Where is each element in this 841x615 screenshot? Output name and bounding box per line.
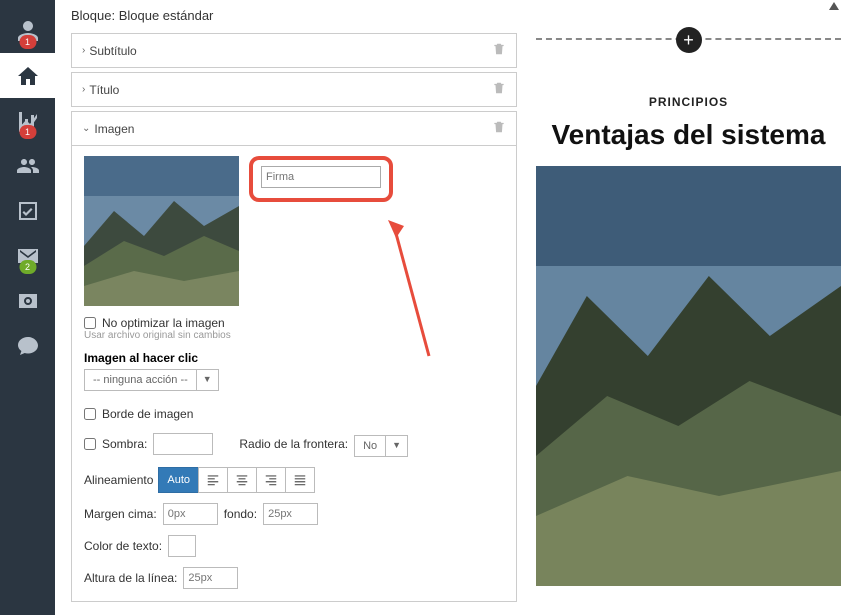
delete-imagen[interactable] (492, 120, 506, 137)
alignment-label: Alineamiento (84, 473, 153, 487)
accordion-label: Título (89, 83, 119, 97)
align-right-button[interactable] (256, 467, 286, 493)
annotation-arrow (384, 216, 444, 376)
align-right-icon (264, 473, 278, 487)
main-sidebar: 1 1 2 (0, 0, 55, 615)
align-auto-button[interactable]: Auto (158, 467, 199, 493)
sidebar-item-stats[interactable]: 1 (0, 98, 55, 143)
margin-bottom-input[interactable] (263, 503, 318, 525)
shadow-label: Sombra: (102, 437, 147, 451)
image-thumbnail[interactable] (84, 156, 239, 306)
click-action-value: -- ninguna acción -- (85, 370, 196, 390)
margin-bottom-label: fondo: (224, 507, 257, 521)
accordion-subtitulo: › Subtítulo (71, 33, 517, 68)
chevron-right-icon: › (82, 84, 85, 95)
align-left-icon (206, 473, 220, 487)
gear-icon (16, 289, 40, 313)
sidebar-item-home[interactable] (0, 53, 55, 98)
chevron-down-icon: ⌄ (82, 123, 90, 134)
align-left-button[interactable] (198, 467, 228, 493)
accordion-head-imagen[interactable]: ⌄ Imagen (72, 112, 516, 145)
alignment-group: Auto (159, 467, 315, 493)
chevron-right-icon: › (82, 45, 85, 56)
add-block-button[interactable]: + (676, 27, 702, 53)
accordion-body-imagen: No optimizar la imagen Usar archivo orig… (72, 145, 516, 601)
preview-subtitle: PRINCIPIOS (536, 95, 841, 109)
click-action-select[interactable]: -- ninguna acción -- ▼ (84, 369, 219, 391)
align-justify-button[interactable] (285, 467, 315, 493)
border-label: Borde de imagen (102, 407, 193, 421)
margin-top-input[interactable] (163, 503, 218, 525)
radius-select[interactable]: No ▼ (354, 435, 408, 457)
stats-badge: 1 (19, 125, 36, 139)
margin-top-label: Margen cima: (84, 507, 157, 521)
align-justify-icon (293, 473, 307, 487)
delete-titulo[interactable] (492, 81, 506, 98)
text-color-label: Color de texto: (84, 539, 162, 553)
editor-panel[interactable]: Bloque: Bloque estándar › Subtítulo › Títu… (55, 0, 525, 615)
sidebar-item-chat[interactable] (0, 323, 55, 368)
accordion-head-subtitulo[interactable]: › Subtítulo (72, 34, 516, 67)
no-optimize-label: No optimizar la imagen (102, 316, 225, 330)
radius-label: Radio de la frontera: (239, 437, 348, 451)
profile-badge: 1 (19, 35, 36, 49)
preview-pane: + PRINCIPIOS Ventajas del sistema (525, 0, 841, 615)
mail-badge: 2 (19, 260, 36, 274)
border-checkbox[interactable] (84, 408, 96, 420)
sidebar-item-mail[interactable]: 2 (0, 233, 55, 278)
no-optimize-checkbox[interactable] (84, 317, 96, 329)
firma-highlight (249, 156, 393, 202)
accordion-titulo: › Título (71, 72, 517, 107)
sidebar-item-users[interactable] (0, 143, 55, 188)
delete-subtitulo[interactable] (492, 42, 506, 59)
sidebar-item-tasks[interactable] (0, 188, 55, 233)
home-icon (16, 64, 40, 88)
sidebar-item-settings[interactable] (0, 278, 55, 323)
users-icon (16, 154, 40, 178)
align-center-button[interactable] (227, 467, 257, 493)
chat-icon (16, 334, 40, 358)
radius-value: No (355, 436, 385, 456)
preview-image[interactable] (536, 166, 841, 586)
check-icon (16, 199, 40, 223)
accordion-head-titulo[interactable]: › Título (72, 73, 516, 106)
shadow-input[interactable] (153, 433, 213, 455)
chevron-down-icon: ▼ (196, 370, 218, 390)
align-center-icon (235, 473, 249, 487)
shadow-checkbox[interactable] (84, 438, 96, 450)
accordion-label: Imagen (94, 122, 134, 136)
line-height-label: Altura de la línea: (84, 571, 177, 585)
text-color-picker[interactable] (168, 535, 196, 557)
firma-input[interactable] (261, 166, 381, 188)
panel-header: Bloque: Bloque estándar (71, 0, 517, 33)
chevron-down-icon: ▼ (385, 436, 407, 456)
line-height-input[interactable] (183, 567, 238, 589)
accordion-label: Subtítulo (89, 44, 136, 58)
accordion-imagen: ⌄ Imagen (71, 111, 517, 602)
insert-divider: + (536, 38, 841, 40)
preview-title: Ventajas del sistema (536, 119, 841, 151)
sidebar-item-profile[interactable]: 1 (0, 8, 55, 53)
